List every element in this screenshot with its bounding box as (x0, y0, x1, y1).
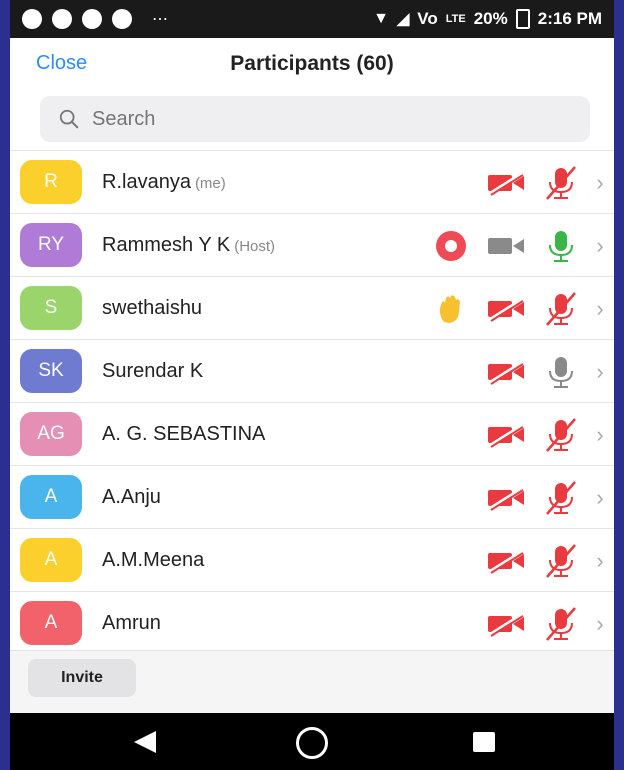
header: Close Participants (60) (10, 38, 614, 90)
participant-name-text: A.Anju (102, 486, 161, 508)
video-off-icon (476, 352, 536, 392)
participant-status-icons: › (476, 592, 614, 655)
mic-muted-icon (536, 415, 586, 455)
notification-icon (112, 9, 132, 29)
participant-name: Surendar K (102, 360, 203, 383)
participant-name: R.lavanya (me) (102, 171, 226, 194)
participant-list: R R.lavanya (me) › RY Rammesh Y K (Host) › Sswet… (10, 150, 614, 654)
wifi-icon: ▼ (373, 10, 389, 27)
participant-status-icons: › (476, 151, 614, 214)
mic-muted-icon (536, 604, 586, 644)
participant-name: Rammesh Y K (Host) (102, 234, 275, 257)
participant-name-text: A. G. SEBASTINA (102, 423, 266, 445)
participant-name-text: R.lavanya (102, 171, 191, 193)
more-notifications-icon: ⋯ (152, 11, 170, 28)
participant-name-text: Rammesh Y K (102, 234, 231, 256)
participant-name: swethaishu (102, 297, 202, 320)
signal-icon: ◢ (396, 11, 410, 28)
participant-name: A. G. SEBASTINA (102, 423, 265, 446)
participant-name: A.Anju (102, 486, 161, 509)
phone-icon (82, 9, 102, 29)
participant-status-icons: › (476, 529, 614, 592)
participant-name: Amrun (102, 612, 161, 635)
avatar: SK (20, 349, 82, 393)
participant-row[interactable]: SK Surendar K › (10, 339, 614, 402)
notification-icon (52, 9, 72, 29)
video-off-icon (476, 163, 536, 203)
chevron-right-icon[interactable]: › (586, 604, 614, 644)
page-title: Participants (60) (230, 52, 394, 75)
participant-row[interactable]: AG A. G. SEBASTINA › (10, 402, 614, 465)
chevron-right-icon[interactable]: › (586, 478, 614, 518)
clock: 2:16 PM (537, 9, 602, 28)
participant-row[interactable]: R R.lavanya (me) › (10, 150, 614, 213)
video-off-icon (476, 415, 536, 455)
avatar: A (20, 601, 82, 645)
mic-muted-icon (536, 478, 586, 518)
chevron-right-icon[interactable]: › (586, 541, 614, 581)
raised-hand-icon (426, 289, 476, 329)
avatar: A (20, 538, 82, 582)
volte-indicator: Vo (417, 9, 438, 28)
mic-muted-icon (536, 163, 586, 203)
chevron-right-icon[interactable]: › (586, 352, 614, 392)
footer: Invite (10, 650, 614, 713)
status-right: ▼ ◢ Vo LTE 20% 2:16 PM (373, 9, 602, 29)
recording-icon (426, 226, 476, 266)
battery-percent: 20% (473, 9, 508, 28)
search-bar[interactable] (40, 96, 590, 142)
recents-icon[interactable] (473, 732, 495, 752)
participant-name-text: swethaishu (102, 297, 203, 319)
mic-icon (536, 226, 586, 266)
chevron-right-icon[interactable]: › (586, 289, 614, 329)
participant-name-text: Surendar K (102, 360, 204, 382)
home-icon[interactable] (296, 727, 328, 759)
video-off-icon (476, 541, 536, 581)
participant-role-tag: (me) (194, 175, 226, 192)
search-icon (59, 109, 79, 129)
participant-status-icons: › (476, 340, 614, 403)
lte-indicator: LTE (445, 13, 466, 25)
avatar: A (20, 475, 82, 519)
participant-status-icons: › (476, 403, 614, 466)
phone-screen: ⋯ ▼ ◢ Vo LTE 20% 2:16 PM Close Participa… (10, 0, 614, 770)
avatar: S (20, 286, 82, 330)
status-bar: ⋯ ▼ ◢ Vo LTE 20% 2:16 PM (10, 0, 614, 38)
participant-status-icons: › (426, 214, 614, 277)
video-off-icon (476, 289, 536, 329)
android-nav-bar (10, 713, 614, 770)
video-on-icon (476, 226, 536, 266)
participant-role-tag: (Host) (234, 238, 276, 255)
mic-muted-icon (536, 289, 586, 329)
mic-icon (536, 352, 586, 392)
participant-name-text: A.M.Meena (102, 549, 205, 571)
back-icon[interactable] (134, 731, 156, 753)
notification-icons: ⋯ (22, 9, 170, 29)
participant-row[interactable]: A A.M.Meena › (10, 528, 614, 591)
video-off-icon (476, 478, 536, 518)
battery-icon (515, 9, 530, 29)
invite-button[interactable]: Invite (28, 659, 136, 697)
participant-row[interactable]: A Amrun › (10, 591, 614, 654)
avatar: R (20, 160, 82, 204)
participant-row[interactable]: A A.Anju › (10, 465, 614, 528)
notification-icon (22, 9, 42, 29)
mic-muted-icon (536, 541, 586, 581)
participant-name: A.M.Meena (102, 549, 204, 572)
chevron-right-icon[interactable]: › (586, 163, 614, 203)
participant-name-text: Amrun (102, 612, 161, 634)
avatar: AG (20, 412, 82, 456)
chevron-right-icon[interactable]: › (586, 415, 614, 455)
participant-row[interactable]: RY Rammesh Y K (Host) › (10, 213, 614, 276)
participant-status-icons: › (426, 277, 614, 340)
avatar: RY (20, 223, 82, 267)
video-off-icon (476, 604, 536, 644)
search-input[interactable] (90, 106, 494, 132)
chevron-right-icon[interactable]: › (586, 226, 614, 266)
participant-status-icons: › (476, 466, 614, 529)
participant-row[interactable]: Sswethaishu › (10, 276, 614, 339)
